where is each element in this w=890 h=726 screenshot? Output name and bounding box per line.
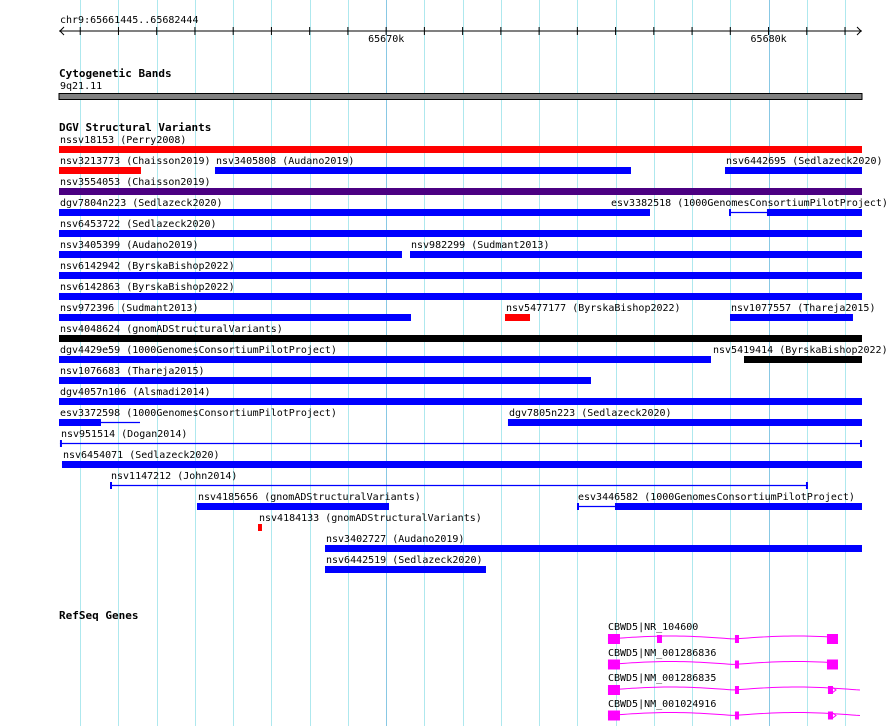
variant-label[interactable]: nsv6442695 (Sedlazeck2020): [726, 156, 883, 167]
variant-label[interactable]: nsv6442519 (Sedlazeck2020): [326, 555, 483, 566]
variant-bar: [59, 293, 862, 300]
variant-bar: [61, 461, 862, 468]
variant-bar: [258, 524, 262, 531]
variant-label[interactable]: nsv1077557 (Thareja2015): [731, 303, 876, 314]
variant-bar: [59, 398, 862, 405]
gene-exon: [607, 634, 620, 644]
variant-bar: [59, 335, 862, 342]
variant-label[interactable]: nsv4184133 (gnomADStructuralVariants): [259, 513, 482, 524]
variant-label[interactable]: dgv7805n223 (Sedlazeck2020): [509, 408, 672, 419]
variant-bar: [410, 251, 862, 258]
gene-intron-line: [607, 635, 837, 640]
location-label: chr9:65661445..65682444: [60, 15, 199, 26]
variant-bar: [59, 209, 650, 216]
variant-bar: [743, 356, 862, 363]
variant-end-tick: [576, 503, 579, 510]
cytoband-label: 9q21.11: [60, 81, 103, 92]
variant-label[interactable]: nsv4048624 (gnomADStructuralVariants): [60, 324, 283, 335]
variant-bar: [729, 314, 853, 321]
ruler-major-label: 65670k: [368, 34, 405, 45]
track-title-refseq-genes[interactable]: RefSeq Genes: [59, 609, 138, 622]
variant-bar: [59, 314, 411, 321]
variant-label[interactable]: nsv6142863 (ByrskaBishop2022): [60, 282, 235, 293]
variant-bar: [197, 503, 390, 510]
variant-label[interactable]: esv3372598 (1000GenomesConsortiumPilotPr…: [60, 408, 337, 419]
gene-intron-line: [607, 661, 837, 665]
variant-bar: [59, 230, 862, 237]
variant-end-tick: [110, 482, 113, 489]
variant-bar: [214, 167, 631, 174]
track-title-cytogenetic-bands[interactable]: Cytogenetic Bands: [59, 67, 172, 80]
variant-bar: [766, 209, 862, 216]
variant-label[interactable]: nsv3405399 (Audano2019): [60, 240, 198, 251]
variant-bar: [59, 377, 591, 384]
variant-label[interactable]: nsv982299 (Sudmant2013): [411, 240, 549, 251]
variant-bar: [724, 167, 862, 174]
gene-exon: [656, 635, 663, 643]
gene-exon: [607, 685, 620, 695]
variant-bar: [59, 167, 141, 174]
variant-label[interactable]: dgv4057n106 (Alsmadi2014): [60, 387, 211, 398]
gene-label[interactable]: CBWD5|NR_104600: [608, 622, 698, 633]
cytoband-bar: [58, 93, 863, 100]
variant-bar: [59, 356, 711, 363]
variant-label[interactable]: nsv5477177 (ByrskaBishop2022): [506, 303, 681, 314]
gene-exon: [826, 659, 838, 670]
gene-exon: [607, 659, 620, 670]
gene-label[interactable]: CBWD5|NM_001024916: [608, 699, 716, 710]
ruler-major-label: 65680k: [750, 34, 787, 45]
variant-end-tick: [729, 209, 732, 216]
variant-end-tick: [59, 440, 62, 447]
gene-intron-line: [607, 712, 860, 716]
variant-label[interactable]: nsv6142942 (ByrskaBishop2022): [60, 261, 235, 272]
gene-exon: [734, 660, 739, 669]
gene-exon: [607, 710, 620, 721]
gene-intron-line: [607, 686, 860, 691]
gene-exon: [826, 634, 838, 644]
gene-exon: [734, 711, 739, 720]
variant-label[interactable]: nsv972396 (Sudmant2013): [60, 303, 198, 314]
variant-label[interactable]: dgv7804n223 (Sedlazeck2020): [60, 198, 223, 209]
variant-bar: [507, 419, 862, 426]
variant-label[interactable]: nsv6453722 (Sedlazeck2020): [60, 219, 217, 230]
variant-end-tick: [805, 482, 808, 489]
variant-bar: [59, 419, 101, 426]
variant-bar: [59, 272, 862, 279]
variant-label[interactable]: nsv3402727 (Audano2019): [326, 534, 464, 545]
gene-label[interactable]: CBWD5|NM_001286836: [608, 648, 716, 659]
variant-label[interactable]: nsv3554053 (Chaisson2019): [60, 177, 211, 188]
gene-exon: [734, 635, 739, 643]
gene-exon: [734, 686, 739, 694]
variant-bar: [324, 545, 863, 552]
variant-label[interactable]: nsv1147212 (John2014): [111, 471, 237, 482]
variant-label[interactable]: nsv6454071 (Sedlazeck2020): [63, 450, 220, 461]
track-title-dgv[interactable]: DGV Structural Variants: [59, 121, 211, 134]
variant-bar: [504, 314, 531, 321]
gene-label[interactable]: CBWD5|NM_001286835: [608, 673, 716, 684]
variant-bar: [324, 566, 486, 573]
variant-bar: [59, 188, 862, 195]
variant-label[interactable]: nsv4185656 (gnomADStructuralVariants): [198, 492, 421, 503]
variant-label[interactable]: nsv5419414 (ByrskaBishop2022): [713, 345, 888, 356]
variant-label[interactable]: dgv4429e59 (1000GenomesConsortiumPilotPr…: [60, 345, 337, 356]
variant-label[interactable]: nssv18153 (Perry2008): [60, 135, 186, 146]
variant-bar: [59, 251, 402, 258]
variant-end-tick: [860, 440, 862, 447]
variant-label[interactable]: nsv1076683 (Thareja2015): [60, 366, 205, 377]
variant-bar: [614, 503, 862, 510]
variant-bar: [59, 146, 862, 153]
variant-label[interactable]: nsv951514 (Dogan2014): [61, 429, 187, 440]
variant-label[interactable]: nsv3405808 (Audano2019): [216, 156, 354, 167]
variant-label[interactable]: esv3446582 (1000GenomesConsortiumPilotPr…: [578, 492, 855, 503]
variant-label[interactable]: esv3382518 (1000GenomesConsortiumPilotPr…: [611, 198, 888, 209]
variant-label[interactable]: nsv3213773 (Chaisson2019): [60, 156, 211, 167]
